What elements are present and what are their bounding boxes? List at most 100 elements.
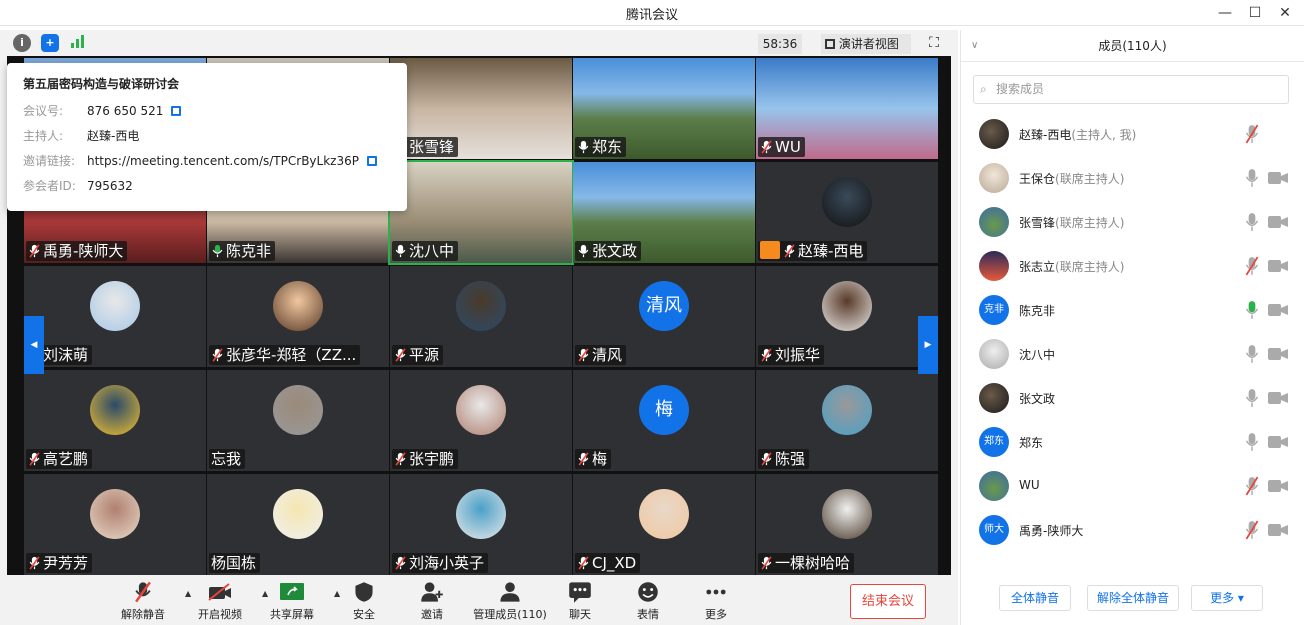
camera-icon[interactable] xyxy=(1268,480,1288,492)
mic-muted-icon[interactable] xyxy=(1245,256,1259,276)
video-tile[interactable]: 郑东 xyxy=(573,58,755,159)
member-name: 王保仓(联席主持人) xyxy=(1019,170,1124,187)
mic-on-icon[interactable] xyxy=(1245,344,1259,364)
panel-button-2[interactable]: 更多 ▾ xyxy=(1191,585,1263,611)
mic-on-icon[interactable] xyxy=(1245,168,1259,188)
participant-name-tag: 忘我 xyxy=(209,449,246,469)
video-tile[interactable]: 杨国栋 xyxy=(207,474,389,575)
video-tile[interactable]: 张雪锋 xyxy=(390,58,572,159)
camera-icon[interactable] xyxy=(1268,392,1288,404)
shield-button[interactable]: 安全 xyxy=(334,581,394,622)
participant-name: 沈八中 xyxy=(409,242,455,260)
member-name: 张文政 xyxy=(1019,390,1055,407)
panel-button-0[interactable]: 全体静音 xyxy=(999,585,1071,611)
end-meeting-button[interactable]: 结束会议 xyxy=(850,584,926,619)
more-button[interactable]: 更多 xyxy=(686,581,746,622)
member-row[interactable]: 师大 禹勇-陕师大 xyxy=(961,508,1299,552)
chat-icon xyxy=(550,581,610,603)
info-icon[interactable]: i xyxy=(13,34,31,52)
video-tile[interactable]: 清风 清风 xyxy=(573,266,755,367)
next-page-arrow-icon[interactable]: ▶ xyxy=(918,316,938,374)
member-row[interactable]: 王保仓(联席主持人) xyxy=(961,156,1299,200)
chat-button[interactable]: 聊天 xyxy=(550,581,610,622)
participant-avatar xyxy=(90,489,140,539)
camera-icon[interactable] xyxy=(1268,436,1288,448)
panel-button-1[interactable]: 解除全体静音 xyxy=(1087,585,1179,611)
copy-icon[interactable] xyxy=(366,156,377,166)
camera-icon[interactable] xyxy=(1268,304,1288,316)
mic-on-icon[interactable] xyxy=(1245,432,1259,452)
minimize-icon[interactable]: — xyxy=(1210,2,1240,24)
members-title: 成员(110人) xyxy=(1098,39,1167,53)
member-row[interactable]: 张雪锋(联席主持人) xyxy=(961,200,1299,244)
speaker-view-button[interactable]: 演讲者视图 xyxy=(821,34,911,54)
more-icon xyxy=(686,581,746,603)
mic-muted-icon[interactable] xyxy=(1245,124,1259,144)
invite-button[interactable]: 邀请 xyxy=(402,581,462,622)
video-tile[interactable]: 张文政 xyxy=(573,162,755,263)
video-tile[interactable]: 沈八中 xyxy=(388,160,574,265)
member-row[interactable]: 克非 陈克非 xyxy=(961,288,1299,332)
member-row[interactable]: WU xyxy=(961,464,1299,508)
member-row[interactable]: 张文政 xyxy=(961,376,1299,420)
video-tile[interactable]: 陈强 xyxy=(756,370,938,471)
video-tile[interactable]: 赵臻-西电 xyxy=(756,162,938,263)
signal-icon[interactable] xyxy=(69,34,87,52)
camera-icon[interactable] xyxy=(1268,216,1288,228)
camera-icon[interactable] xyxy=(1268,172,1288,184)
member-avatar xyxy=(979,471,1009,501)
camera-icon[interactable] xyxy=(1268,524,1288,536)
video-tile[interactable]: 平源 xyxy=(390,266,572,367)
video-tile[interactable]: WU xyxy=(756,58,938,159)
video-tile[interactable]: 一棵树哈哈 xyxy=(756,474,938,575)
search-icon: ⌕ xyxy=(980,82,987,96)
mic-on-icon[interactable] xyxy=(1245,212,1259,232)
prev-page-arrow-icon[interactable]: ◀ xyxy=(24,316,44,374)
video-tile[interactable]: 刘沫萌 xyxy=(24,266,206,367)
participant-name: 禹勇-陕师大 xyxy=(43,242,124,260)
info-row: 会议号: 876 650 521 xyxy=(23,99,391,124)
copy-icon[interactable] xyxy=(171,106,182,116)
video-tile[interactable]: 张彦华-郑轻（ZZ... xyxy=(207,266,389,367)
info-value[interactable]: https://meeting.tencent.com/s/TPCrByLkz3… xyxy=(87,154,359,168)
mic-muted-icon[interactable] xyxy=(1245,520,1259,540)
member-name-text: 赵臻-西电 xyxy=(1019,128,1072,142)
member-name: 沈八中 xyxy=(1019,346,1055,363)
close-icon[interactable]: ✕ xyxy=(1270,2,1300,24)
video-tile[interactable]: CJ_XD xyxy=(573,474,755,575)
video-tile[interactable]: 梅梅 xyxy=(573,370,755,471)
members-button[interactable]: 管理成员(110) xyxy=(470,581,550,622)
member-row[interactable]: 赵臻-西电(主持人, 我) xyxy=(961,112,1299,156)
mic-muted-button[interactable]: 解除静音 xyxy=(113,581,173,622)
participant-name: 刘沫萌 xyxy=(43,346,89,364)
video-tile[interactable]: 高艺鹏 xyxy=(24,370,206,471)
participant-name: 赵臻-西电 xyxy=(798,242,864,260)
member-row[interactable]: 沈八中 xyxy=(961,332,1299,376)
toolbar-label: 解除静音 xyxy=(121,608,165,621)
mic-speaking-icon[interactable] xyxy=(1245,300,1259,320)
fullscreen-icon[interactable]: ⛶ xyxy=(925,34,943,52)
video-tile[interactable]: 刘海小英子 xyxy=(390,474,572,575)
video-tile[interactable]: 张宇鹏 xyxy=(390,370,572,471)
member-search-input[interactable]: ⌕ 搜索成员 xyxy=(973,75,1289,104)
emoji-button[interactable]: 表情 xyxy=(618,581,678,622)
camera-icon[interactable] xyxy=(1268,348,1288,360)
info-row: 参会者ID: 795632 xyxy=(23,174,391,199)
video-tile[interactable]: 尹芳芳 xyxy=(24,474,206,575)
member-row[interactable]: 张志立(联席主持人) xyxy=(961,244,1299,288)
shield-icon[interactable]: + xyxy=(41,34,59,52)
video-off-button[interactable]: 开启视频 xyxy=(190,581,250,622)
collapse-chevron-icon[interactable]: ∨ xyxy=(971,30,978,62)
video-tile[interactable]: 刘振华 xyxy=(756,266,938,367)
mic-on-icon[interactable] xyxy=(1245,388,1259,408)
participant-name-tag: 清风 xyxy=(575,345,627,365)
camera-icon[interactable] xyxy=(1268,260,1288,272)
maximize-icon[interactable]: ☐ xyxy=(1240,2,1270,24)
member-row[interactable]: 郑东 郑东 xyxy=(961,420,1299,464)
mic-muted-icon[interactable] xyxy=(1245,476,1259,496)
video-tile[interactable]: 忘我 xyxy=(207,370,389,471)
participant-name-tag: 杨国栋 xyxy=(209,553,261,573)
participant-name: 陈强 xyxy=(775,450,806,468)
share-screen-button[interactable]: 共享屏幕 xyxy=(262,581,322,622)
meeting-title: 第五届密码构造与破译研讨会 xyxy=(23,77,180,91)
